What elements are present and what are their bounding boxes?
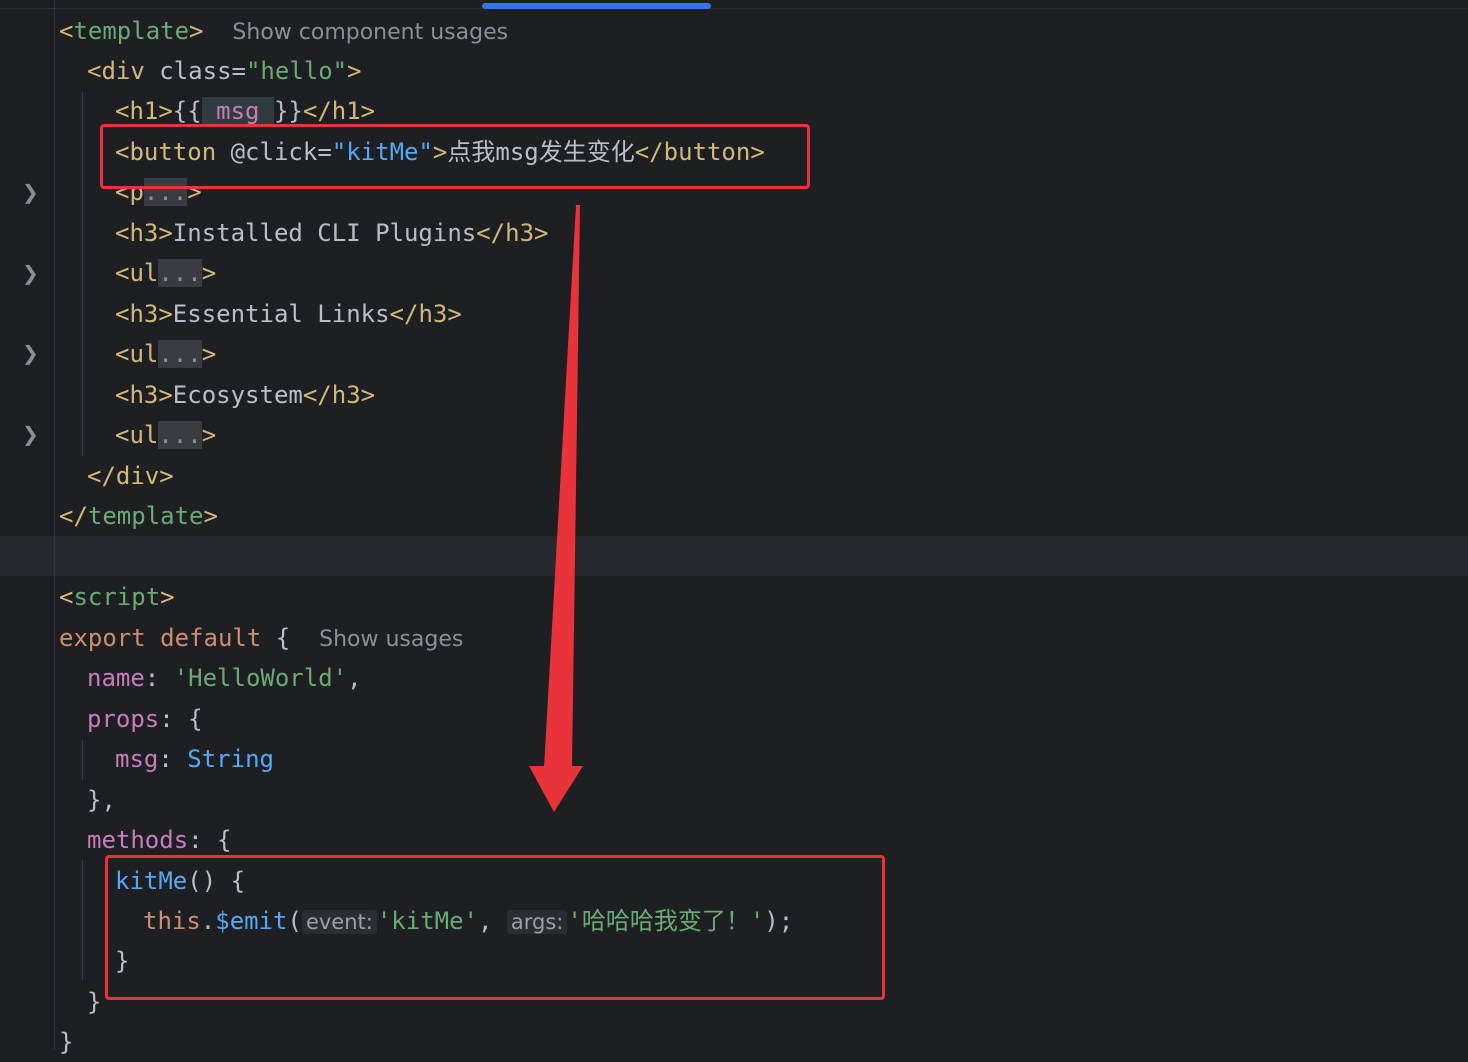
arrow-shaft bbox=[544, 205, 580, 768]
arrow-head bbox=[529, 766, 583, 812]
annotation-arrow-icon bbox=[529, 205, 583, 812]
code-editor[interactable]: ❯ ❯ ❯ ❯ <template> Show component usages… bbox=[0, 0, 1468, 1056]
